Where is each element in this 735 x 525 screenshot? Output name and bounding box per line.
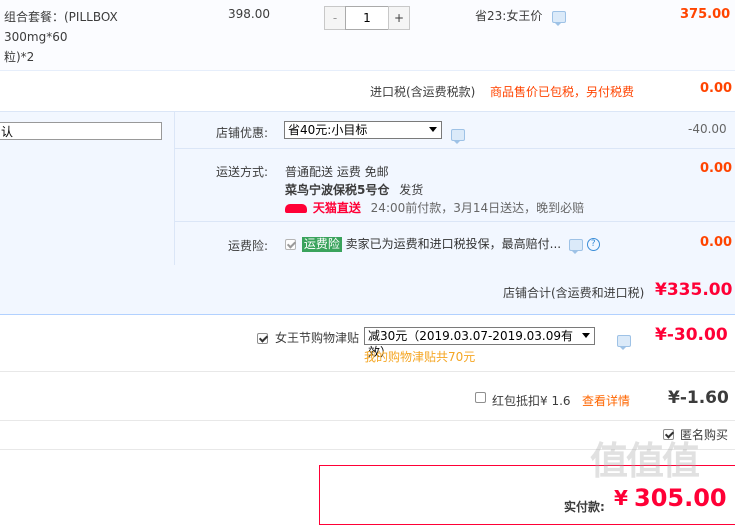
- row-divider: [175, 148, 735, 149]
- insurance-label: 运费险:: [228, 239, 269, 253]
- allowance-value: ¥-30.00: [655, 325, 728, 345]
- insurance-line: 运费险 卖家已为运费和进口税投保，最高赔付... ?: [285, 235, 600, 254]
- insurance-value: 0.00: [700, 235, 733, 250]
- shipping-warehouse: 菜鸟宁波保税5号仓: [285, 183, 390, 197]
- shipping-ship-word: 发货: [399, 183, 424, 197]
- row-divider: [175, 221, 735, 222]
- store-discount-select[interactable]: 省40元:小目标: [284, 121, 442, 139]
- payment-currency: ¥: [614, 486, 628, 510]
- red-packet-link[interactable]: 查看详情: [582, 392, 630, 409]
- item-promo: 省23:女王价: [475, 7, 567, 26]
- store-total-label: 店铺合计(含运费和进口税): [503, 286, 645, 300]
- shipping-label: 运送方式:: [216, 165, 269, 179]
- chat-icon[interactable]: [568, 238, 583, 254]
- shipping-delivery-line: 天猫直送 24:00前付款，3月14日送达，晚到必赔: [285, 199, 584, 216]
- red-packet-label: 红包抵扣¥ 1.6: [492, 394, 571, 408]
- import-tax-row: 进口税(含运费税款) 商品售价已包税，另付税费 0.00: [0, 71, 735, 111]
- chat-icon[interactable]: [616, 334, 631, 350]
- qty-input[interactable]: 1: [345, 6, 389, 30]
- shipping-value: 0.00: [700, 161, 733, 176]
- payment-box: 实付款: ¥ 305.00: [319, 465, 735, 525]
- anonymous-label: 匿名购买: [680, 428, 729, 442]
- store-options-section: 店铺优惠: 省40元:小目标 -40.00 运送方式: 普通配送 运费 免邮 菜…: [0, 111, 735, 266]
- shipping-warehouse-line: 菜鸟宁波保税5号仓 发货: [285, 181, 423, 198]
- qty-plus-button[interactable]: +: [388, 6, 410, 30]
- store-discount-label: 店铺优惠:: [216, 126, 269, 140]
- tmall-direct-badge: 天猫直送: [312, 201, 361, 215]
- red-packet-checkbox[interactable]: [475, 392, 486, 403]
- red-packet-value: ¥-1.60: [668, 388, 729, 408]
- qty-minus-button[interactable]: -: [324, 6, 346, 30]
- allowance-label: 女王节购物津贴: [275, 331, 360, 345]
- chevron-down-icon: [429, 127, 437, 132]
- message-input[interactable]: [0, 122, 162, 140]
- import-tax-note: 商品售价已包税，另付税费: [490, 85, 635, 99]
- allowance-select[interactable]: 减30元（2019.03.07-2019.03.09有效）: [364, 327, 595, 359]
- allowance-row: 女王节购物津贴 减30元（2019.03.07-2019.03.09有效） 我的…: [0, 315, 735, 372]
- chat-icon[interactable]: [451, 128, 465, 144]
- item-name[interactable]: 组合套餐：(PILLBOX 300mg*60 粒)*2: [4, 7, 184, 67]
- insurance-text: 卖家已为运费和进口税投保，最高赔付...: [345, 237, 562, 251]
- import-tax-label: 进口税(含运费税款): [370, 85, 476, 99]
- allowance-checkbox[interactable]: [257, 333, 268, 344]
- payment-value: 305.00: [634, 484, 727, 512]
- store-total-row: 店铺合计(含运费和进口税) ¥335.00: [0, 265, 735, 315]
- item-unit-price: 398.00: [228, 7, 270, 21]
- shipping-method: 普通配送 运费 免邮: [285, 165, 389, 179]
- help-icon[interactable]: ?: [586, 238, 600, 251]
- options-divider: [174, 112, 175, 265]
- tmall-logo-icon: [285, 204, 307, 213]
- item-name-line2: 粒)*2: [4, 50, 35, 64]
- payment-label: 实付款:: [564, 500, 605, 514]
- promo-text: 省23:女王价: [475, 9, 543, 23]
- insurance-checkbox: [285, 239, 296, 250]
- item-subtotal: 375.00: [680, 7, 731, 22]
- item-name-line1: 组合套餐：(PILLBOX 300mg*60: [4, 10, 118, 44]
- shipping-delivery-note: 24:00前付款，3月14日送达，晚到必赔: [370, 201, 585, 215]
- anonymous-checkbox[interactable]: [663, 429, 674, 440]
- red-packet-row: 红包抵扣¥ 1.6 查看详情 ¥-1.60: [0, 372, 735, 421]
- anonymous-row: 匿名购买: [0, 421, 735, 450]
- insurance-tag: 运费险: [301, 237, 342, 252]
- store-discount-selected: 省40元:小目标: [288, 123, 368, 137]
- chevron-down-icon: [582, 333, 590, 338]
- allowance-note: 我的购物津贴共70元: [364, 350, 476, 364]
- store-discount-value: -40.00: [688, 122, 727, 136]
- store-total-value: ¥335.00: [655, 280, 733, 300]
- chat-icon[interactable]: [552, 10, 567, 26]
- import-tax-value: 0.00: [700, 81, 733, 96]
- item-row: 组合套餐：(PILLBOX 300mg*60 粒)*2 398.00 - 1 +…: [0, 0, 735, 71]
- quantity-stepper: - 1 +: [324, 6, 410, 30]
